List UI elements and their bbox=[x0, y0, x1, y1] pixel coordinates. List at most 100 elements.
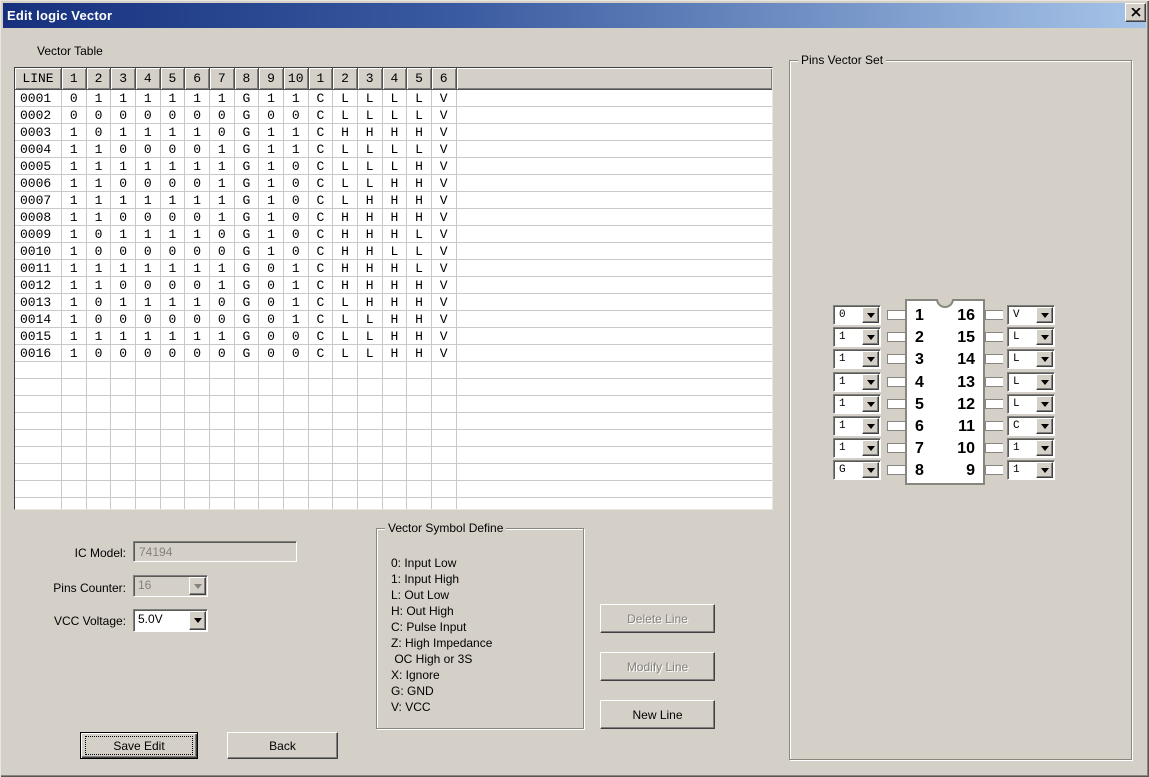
column-header[interactable]: 7 bbox=[209, 68, 235, 90]
pin-1-combo[interactable]: 0 bbox=[833, 305, 881, 325]
pin-3-combo[interactable]: 1 bbox=[833, 349, 881, 369]
column-header[interactable]: 4 bbox=[135, 68, 161, 90]
table-row[interactable] bbox=[15, 447, 772, 464]
line-number-cell bbox=[15, 464, 62, 481]
pin-14-combo-dropdown-button[interactable] bbox=[1036, 351, 1053, 367]
table-row[interactable]: 0008 1 1 0 0 0 0 1 G 1 0 C H H H H V bbox=[15, 209, 772, 226]
pin-6-combo-dropdown-button[interactable] bbox=[862, 418, 879, 434]
table-row[interactable]: 0005 1 1 1 1 1 1 1 G 1 0 C L L L H V bbox=[15, 158, 772, 175]
pin-2-combo-dropdown-button[interactable] bbox=[862, 329, 879, 345]
pin-7-combo-dropdown-button[interactable] bbox=[862, 440, 879, 456]
pin-9-combo[interactable]: 1 bbox=[1007, 460, 1055, 480]
pin-5-combo[interactable]: 1 bbox=[833, 394, 881, 414]
pin-4-combo[interactable]: 1 bbox=[833, 372, 881, 392]
table-row[interactable]: 0014 1 0 0 0 0 0 0 G 0 1 C L L H H V bbox=[15, 311, 772, 328]
column-header[interactable]: 6 bbox=[185, 68, 210, 90]
table-row[interactable] bbox=[15, 362, 772, 379]
pin-11-combo[interactable]: C bbox=[1007, 416, 1055, 436]
vcc-voltage-select[interactable]: 5.0V bbox=[133, 609, 208, 632]
pin-13-combo[interactable]: L bbox=[1007, 372, 1055, 392]
pin-2-combo[interactable]: 1 bbox=[833, 327, 881, 347]
close-button[interactable] bbox=[1125, 3, 1146, 22]
new-line-button[interactable]: New Line bbox=[600, 700, 715, 729]
column-header[interactable]: 5 bbox=[407, 68, 432, 90]
pin-3-combo-dropdown-button[interactable] bbox=[862, 351, 879, 367]
table-cell bbox=[160, 396, 186, 413]
table-cell: 0 bbox=[283, 192, 309, 209]
table-row[interactable] bbox=[15, 379, 772, 396]
pin-4-combo-dropdown-button[interactable] bbox=[862, 374, 879, 390]
pin-9-combo-dropdown-button[interactable] bbox=[1036, 462, 1053, 478]
pin-10-combo-dropdown-button[interactable] bbox=[1036, 440, 1053, 456]
table-row[interactable] bbox=[15, 430, 772, 447]
pin-8-combo[interactable]: G bbox=[833, 460, 881, 480]
pin-13-combo-dropdown-button[interactable] bbox=[1036, 374, 1053, 390]
pin-5-combo-dropdown-button[interactable] bbox=[862, 396, 879, 412]
table-cell bbox=[431, 362, 457, 379]
pin-8-combo-dropdown-button[interactable] bbox=[862, 462, 879, 478]
table-cell: 1 bbox=[86, 328, 112, 345]
column-header[interactable]: 5 bbox=[160, 68, 186, 90]
pin-7-combo[interactable]: 1 bbox=[833, 438, 881, 458]
vcc-voltage-dropdown-button[interactable] bbox=[189, 611, 206, 630]
pin-16-combo[interactable]: V bbox=[1007, 305, 1055, 325]
table-row[interactable]: 0004 1 1 0 0 0 0 1 G 1 1 C L L L L V bbox=[15, 141, 772, 158]
pin-15-combo[interactable]: L bbox=[1007, 327, 1055, 347]
table-row[interactable] bbox=[15, 396, 772, 413]
table-cell: C bbox=[308, 175, 334, 192]
table-row[interactable]: 0010 1 0 0 0 0 0 0 G 1 0 C H H L L V bbox=[15, 243, 772, 260]
column-header[interactable]: 3 bbox=[357, 68, 383, 90]
column-header[interactable]: LINE bbox=[15, 68, 62, 90]
table-row[interactable] bbox=[15, 498, 772, 509]
pin-15-combo-dropdown-button[interactable] bbox=[1036, 329, 1053, 345]
table-row[interactable]: 0012 1 1 0 0 0 0 1 G 0 1 C H H H H V bbox=[15, 277, 772, 294]
chevron-down-icon bbox=[866, 334, 875, 340]
table-cell: C bbox=[308, 345, 334, 362]
table-row[interactable] bbox=[15, 464, 772, 481]
column-header[interactable]: 2 bbox=[86, 68, 112, 90]
pin-6-combo[interactable]: 1 bbox=[833, 416, 881, 436]
table-row[interactable]: 0013 1 0 1 1 1 1 0 G 0 1 C L H H H V bbox=[15, 294, 772, 311]
table-row[interactable]: 0016 1 0 0 0 0 0 0 G 0 0 C L L H H V bbox=[15, 345, 772, 362]
table-row[interactable]: 0001 0 1 1 1 1 1 1 G 1 1 C L L L L V bbox=[15, 90, 772, 107]
table-cell: 0 bbox=[111, 209, 136, 226]
table-cell bbox=[62, 498, 87, 509]
pin-11-combo-dropdown-button[interactable] bbox=[1036, 418, 1053, 434]
table-row[interactable] bbox=[15, 481, 772, 498]
pin-12-combo[interactable]: L bbox=[1007, 394, 1055, 414]
pin-16-combo-dropdown-button[interactable] bbox=[1036, 307, 1053, 323]
table-row[interactable]: 0002 0 0 0 0 0 0 0 G 0 0 C L L L L V bbox=[15, 107, 772, 124]
pin-14-combo[interactable]: L bbox=[1007, 349, 1055, 369]
pin-stub bbox=[985, 377, 1003, 387]
column-header[interactable]: 1 bbox=[62, 68, 87, 90]
pin-10-combo[interactable]: 1 bbox=[1007, 438, 1055, 458]
column-header[interactable]: 1 bbox=[308, 68, 334, 90]
table-row[interactable]: 0003 1 0 1 1 1 1 0 G 1 1 C H H H H V bbox=[15, 124, 772, 141]
column-header[interactable]: 3 bbox=[111, 68, 136, 90]
column-header[interactable]: 2 bbox=[333, 68, 358, 90]
column-header[interactable]: 9 bbox=[259, 68, 284, 90]
table-row[interactable]: 0015 1 1 1 1 1 1 1 G 0 0 C L L H H V bbox=[15, 328, 772, 345]
column-header[interactable]: 4 bbox=[382, 68, 408, 90]
pin-1-combo-dropdown-button[interactable] bbox=[862, 307, 879, 323]
delete-line-button[interactable]: Delete Line bbox=[600, 604, 715, 633]
pin-12-combo-dropdown-button[interactable] bbox=[1036, 396, 1053, 412]
save-edit-button[interactable]: Save Edit bbox=[80, 732, 198, 759]
table-cell bbox=[283, 430, 309, 447]
table-cell: C bbox=[308, 124, 334, 141]
table-row[interactable]: 0007 1 1 1 1 1 1 1 G 1 0 C L H H H V bbox=[15, 192, 772, 209]
table-row[interactable]: 0011 1 1 1 1 1 1 1 G 0 1 C H H H L V bbox=[15, 260, 772, 277]
table-row[interactable]: 0009 1 0 1 1 1 1 0 G 1 0 C H H H L V bbox=[15, 226, 772, 243]
column-header[interactable]: 10 bbox=[283, 68, 309, 90]
back-button[interactable]: Back bbox=[227, 732, 338, 759]
table-cell: 0 bbox=[86, 294, 112, 311]
ic-model-field[interactable]: 74194 bbox=[133, 541, 297, 562]
chevron-down-icon bbox=[866, 379, 875, 385]
column-header[interactable]: 8 bbox=[234, 68, 260, 90]
table-row[interactable] bbox=[15, 413, 772, 430]
table-row[interactable]: 0006 1 1 0 0 0 0 1 G 1 0 C L L H H V bbox=[15, 175, 772, 192]
modify-line-button[interactable]: Modify Line bbox=[600, 652, 715, 681]
vector-table[interactable]: LINE 1 2 3 4 5 6 7 8 9 10 1 2 3 4 5 6 0001 0 1 1 1 1 1 1 G 1 1 C L L L… bbox=[14, 67, 773, 510]
column-header[interactable]: 6 bbox=[431, 68, 457, 90]
table-cell: L bbox=[407, 226, 432, 243]
